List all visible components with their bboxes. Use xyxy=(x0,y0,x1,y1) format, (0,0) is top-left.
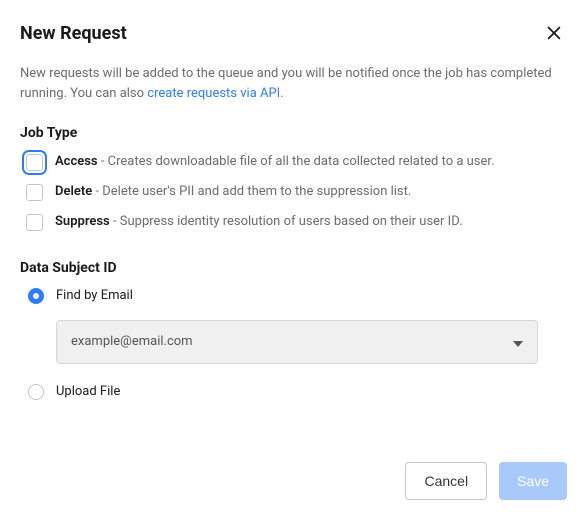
email-dropdown-value: example@email.com xyxy=(71,334,193,349)
description-text-before: New requests will be added to the queue … xyxy=(20,66,552,101)
checkbox-name-delete: Delete xyxy=(55,184,92,199)
save-button[interactable]: Save xyxy=(499,462,567,500)
modal-description: New requests will be added to the queue … xyxy=(20,64,567,103)
checkbox-delete[interactable] xyxy=(26,184,43,201)
api-link[interactable]: create requests via API xyxy=(147,86,280,101)
chevron-down-icon xyxy=(513,332,523,351)
radio-upload-file[interactable] xyxy=(28,384,44,400)
radio-label-email: Find by Email xyxy=(56,288,133,303)
job-type-group: Access - Creates downloadable file of al… xyxy=(20,153,567,232)
checkbox-desc-delete: - Delete user's PII and add them to the … xyxy=(92,184,411,199)
checkbox-label-delete: Delete - Delete user's PII and add them … xyxy=(55,183,411,201)
modal-footer: Cancel Save xyxy=(405,462,567,500)
data-subject-label: Data Subject ID xyxy=(20,260,567,276)
checkbox-row-delete: Delete - Delete user's PII and add them … xyxy=(20,183,567,201)
cancel-button[interactable]: Cancel xyxy=(405,462,487,500)
data-subject-group: Find by Email example@email.com Upload F… xyxy=(20,288,567,400)
checkbox-access[interactable] xyxy=(26,154,43,171)
radio-find-by-email[interactable] xyxy=(28,288,44,304)
modal-title: New Request xyxy=(20,23,127,44)
close-icon xyxy=(545,24,563,42)
checkbox-name-access: Access xyxy=(55,154,98,169)
close-button[interactable] xyxy=(541,20,567,46)
radio-row-upload: Upload File xyxy=(20,384,567,400)
checkbox-suppress[interactable] xyxy=(26,214,43,231)
checkbox-label-access: Access - Creates downloadable file of al… xyxy=(55,153,494,171)
radio-label-upload: Upload File xyxy=(56,384,120,399)
radio-row-email: Find by Email xyxy=(20,288,567,304)
email-dropdown[interactable]: example@email.com xyxy=(56,320,538,364)
checkbox-row-suppress: Suppress - Suppress identity resolution … xyxy=(20,213,567,231)
description-text-after: . xyxy=(280,86,283,101)
checkbox-label-suppress: Suppress - Suppress identity resolution … xyxy=(55,213,463,231)
checkbox-desc-access: - Creates downloadable file of all the d… xyxy=(98,154,495,169)
job-type-label: Job Type xyxy=(20,125,567,141)
checkbox-name-suppress: Suppress xyxy=(55,214,110,229)
checkbox-row-access: Access - Creates downloadable file of al… xyxy=(20,153,567,171)
checkbox-desc-suppress: - Suppress identity resolution of users … xyxy=(110,214,463,229)
